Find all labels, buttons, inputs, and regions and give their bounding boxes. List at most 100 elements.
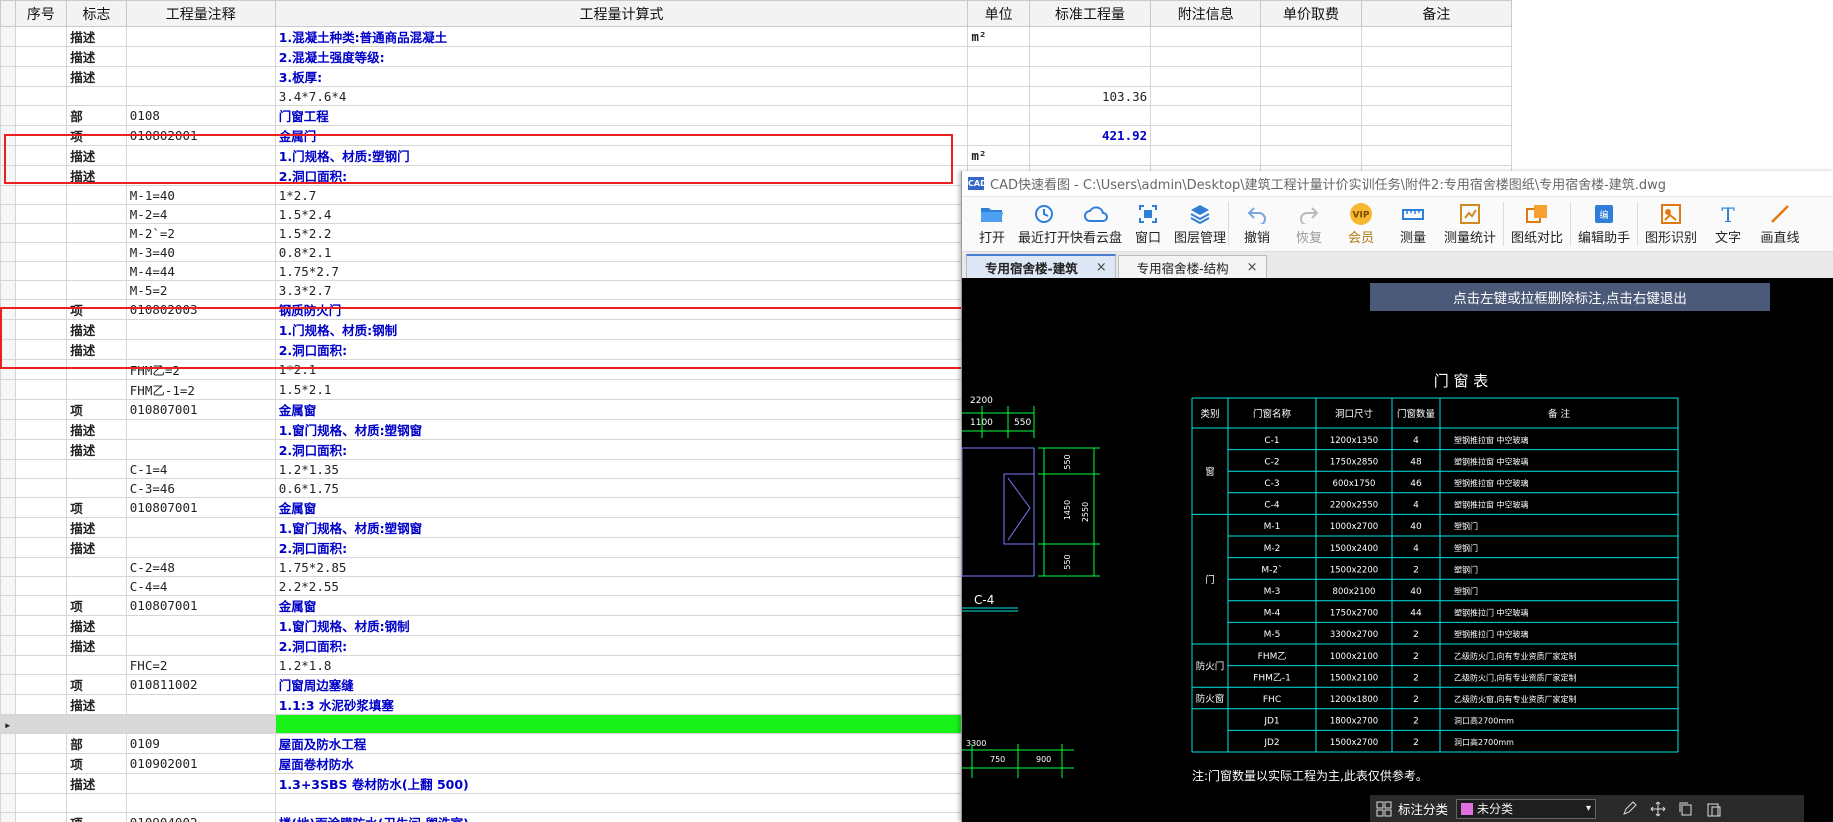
row-indicator[interactable] [0,439,16,460]
cell-seq[interactable] [14,319,68,340]
cell-flag[interactable]: 项 [66,399,127,420]
cell-formula[interactable]: 2.洞口面积: [274,439,969,460]
cell-note[interactable]: M-4=44 [125,261,276,281]
cell-formula[interactable]: 1.75*2.85 [274,557,969,577]
row-indicator[interactable] [0,793,16,813]
cell-formula[interactable]: 金属门 [274,125,969,146]
cell-note[interactable]: C-1=4 [125,459,276,479]
vip-button[interactable]: VIP 会员 [1335,197,1387,251]
row-indicator[interactable] [0,66,16,87]
cell-price[interactable] [1260,145,1362,166]
cell-seq[interactable] [14,185,68,205]
cell-seq[interactable] [14,46,68,67]
cell-extra[interactable] [1150,26,1262,47]
cell-formula[interactable]: 屋面卷材防水 [274,753,969,774]
cell-flag[interactable] [66,242,127,262]
cell-flag[interactable] [66,185,127,205]
row-indicator[interactable] [0,165,16,186]
cell-note[interactable] [125,339,276,360]
cell-seq[interactable] [14,635,68,656]
cell-seq[interactable] [14,379,68,400]
cell-price[interactable] [1260,46,1362,67]
cell-unit[interactable] [967,46,1030,67]
cell-note[interactable]: M-1=40 [125,185,276,205]
copy-icon[interactable] [1678,801,1694,817]
cell-flag[interactable]: 项 [66,595,127,616]
cell-formula[interactable]: 1*2.7 [274,185,969,205]
cell-formula[interactable]: 2.2*2.55 [274,576,969,596]
row-indicator[interactable] [0,339,16,360]
row-indicator[interactable] [0,86,16,106]
tab-structure-drawing[interactable]: 专用宿舍楼-结构 × [1117,255,1267,278]
col-header-seq[interactable]: 序号 [14,0,68,27]
open-button[interactable]: 打开 [966,197,1018,251]
cell-seq[interactable] [14,399,68,420]
cell-seq[interactable] [14,615,68,636]
tab-architecture-drawing[interactable]: 专用宿舍楼-建筑 × [966,254,1116,278]
cell-flag[interactable] [66,576,127,596]
row-indicator[interactable] [0,125,16,146]
cell-flag[interactable]: 项 [66,753,127,774]
cell-formula[interactable]: 1.窗门规格、材质:塑钢窗 [274,419,969,440]
cell-flag[interactable]: 项 [66,497,127,518]
cell-flag[interactable]: 描述 [66,46,127,67]
row-indicator[interactable]: ▸ [0,714,16,734]
cell-formula[interactable]: 0.6*1.75 [274,478,969,498]
cell-seq[interactable] [14,459,68,479]
cell-std-qty[interactable] [1028,105,1152,126]
cell-formula[interactable]: 1.门规格、材质:钢制 [274,319,969,340]
cell-formula[interactable]: 1.1:3 水泥砂浆填塞 [274,694,969,715]
row-indicator[interactable] [0,280,16,300]
cloud-drive-button[interactable]: 快看云盘 [1070,197,1122,251]
cell-flag[interactable]: 描述 [66,773,127,794]
cell-flag[interactable] [66,459,127,479]
cell-note[interactable]: 010807001 [125,497,276,518]
cell-formula[interactable]: 1.2*1.8 [274,655,969,675]
cell-flag[interactable]: 项 [66,125,127,146]
cell-std-qty[interactable] [1028,26,1152,47]
cell-formula[interactable]: 屋面及防水工程 [274,733,969,754]
cell-flag[interactable]: 描述 [66,66,127,87]
cad-drawing-canvas[interactable]: 门 窗 表类别 门窗名称 洞口尺寸 门窗数量 备 注窗门防火门 防火窗 C-1 1200x13… [962,278,1833,822]
cell-seq[interactable] [14,261,68,281]
cell-note[interactable] [125,439,276,460]
cell-note[interactable]: M-2=4 [125,204,276,224]
cell-seq[interactable] [14,26,68,47]
compare-button[interactable]: 图纸对比 [1506,197,1568,251]
col-header-price[interactable]: 单价取费 [1260,0,1362,27]
cell-seq[interactable] [14,537,68,558]
cell-note[interactable]: C-4=4 [125,576,276,596]
cell-note[interactable]: FHM乙=2 [125,359,276,380]
cell-flag[interactable]: 项 [66,674,127,695]
cell-seq[interactable] [14,655,68,675]
cell-formula[interactable]: 门窗周边塞缝 [274,674,969,695]
row-indicator[interactable] [0,46,16,67]
cell-formula[interactable] [274,714,969,734]
cell-seq[interactable] [14,478,68,498]
row-indicator[interactable] [0,242,16,262]
cell-note[interactable]: 010811002 [125,674,276,695]
cell-formula[interactable]: 2.混凝土强度等级: [274,46,969,67]
recent-open-button[interactable]: 最近打开 [1018,197,1070,251]
cell-seq[interactable] [14,439,68,460]
row-indicator[interactable] [0,773,16,794]
cell-flag[interactable] [66,204,127,224]
row-indicator[interactable] [0,478,16,498]
cell-formula[interactable]: 1*2.1 [274,359,969,380]
cell-flag[interactable] [66,793,127,813]
row-indicator[interactable] [0,379,16,400]
cell-unit[interactable]: m² [967,26,1030,47]
cell-formula[interactable]: 1.5*2.2 [274,223,969,243]
cell-seq[interactable] [14,66,68,87]
cell-formula[interactable] [274,793,969,813]
cell-remark[interactable] [1360,125,1512,146]
cell-flag[interactable] [66,714,127,734]
row-indicator[interactable] [0,419,16,440]
cell-note[interactable] [125,714,276,734]
row-indicator[interactable] [0,299,16,320]
cell-formula[interactable]: 楼(地)面涂膜防水(卫生间,盥洗室) [274,812,969,822]
row-indicator[interactable] [0,674,16,695]
cell-flag[interactable]: 项 [66,299,127,320]
row-indicator[interactable] [0,105,16,126]
row-indicator[interactable] [0,694,16,715]
